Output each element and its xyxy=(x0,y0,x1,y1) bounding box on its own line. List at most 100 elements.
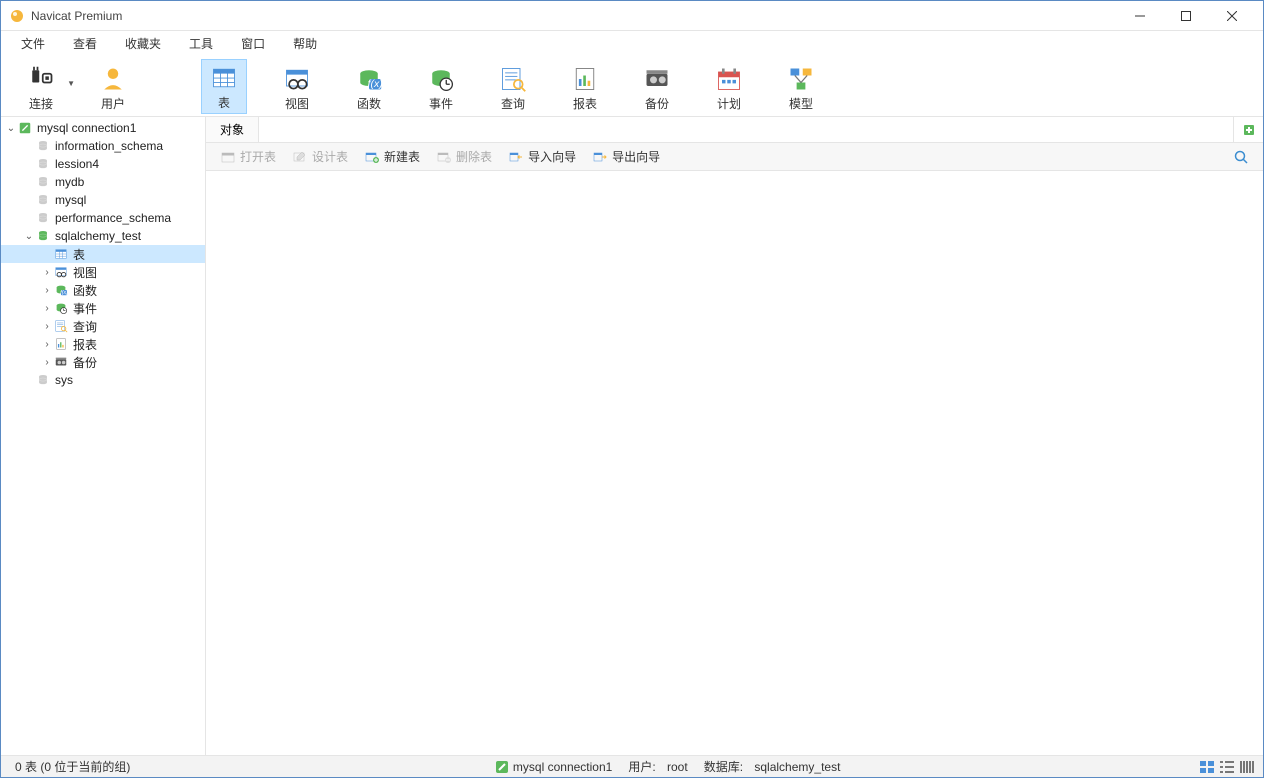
expand-icon[interactable]: › xyxy=(41,267,53,278)
expand-icon[interactable]: › xyxy=(41,339,53,350)
toolbar-model-button[interactable]: 模型 xyxy=(779,61,823,114)
toolbar-label: 函数 xyxy=(357,95,381,112)
expand-icon[interactable]: › xyxy=(41,303,53,314)
tree-database[interactable]: information_schema xyxy=(1,137,205,155)
objtool-label: 打开表 xyxy=(240,148,276,165)
tree-label: performance_schema xyxy=(55,211,171,225)
query-icon xyxy=(53,318,69,334)
tree-database[interactable]: sys xyxy=(1,371,205,389)
toolbar-label: 报表 xyxy=(573,95,597,112)
object-list[interactable] xyxy=(206,171,1263,755)
fx-icon: f(x) xyxy=(53,282,69,298)
connection-tree[interactable]: ⌄ mysql connection1 information_schemaless… xyxy=(1,117,206,755)
new-icon xyxy=(364,149,380,165)
menu-tools[interactable]: 工具 xyxy=(175,32,227,55)
tree-report[interactable]: ›报表 xyxy=(1,335,205,353)
tree-query[interactable]: ›查询 xyxy=(1,317,205,335)
tree-backup[interactable]: › 备份 xyxy=(1,353,205,371)
expand-icon[interactable]: › xyxy=(41,285,53,296)
tree-fx[interactable]: ›f(x)函数 xyxy=(1,281,205,299)
tab-objects[interactable]: 对象 xyxy=(206,117,259,142)
toolbar-view-button[interactable]: 视图 xyxy=(275,61,319,114)
plug-icon xyxy=(25,65,57,93)
tree-database[interactable]: performance_schema xyxy=(1,209,205,227)
open-icon xyxy=(220,149,236,165)
toolbar-report-button[interactable]: 报表 xyxy=(563,61,607,114)
view-list-button[interactable] xyxy=(1217,759,1237,775)
tree-table[interactable]: 表 xyxy=(1,245,205,263)
toolbar-table-button[interactable]: 表 xyxy=(201,59,247,114)
toolbar-backup-button[interactable]: 备份 xyxy=(635,61,679,114)
toolbar-user-button[interactable]: 用户 xyxy=(91,61,135,114)
content-area: 对象 打开表设计表新建表删除表导入向导导出向导 xyxy=(206,117,1263,755)
objtool-label: 设计表 xyxy=(312,148,348,165)
delete-icon xyxy=(436,149,452,165)
maximize-button[interactable] xyxy=(1163,1,1209,31)
schedule-icon xyxy=(713,65,745,93)
search-button[interactable] xyxy=(1227,147,1255,167)
tree-database[interactable]: mydb xyxy=(1,173,205,191)
db-icon xyxy=(35,210,51,226)
status-count: 0 表 (0 位于当前的组) xyxy=(7,758,138,775)
toolbar-plug-button[interactable]: 连接▼ xyxy=(19,61,63,114)
close-button[interactable] xyxy=(1209,1,1255,31)
objtool-new-button[interactable]: 新建表 xyxy=(358,146,426,167)
expand-icon[interactable]: ⌄ xyxy=(5,123,17,134)
menu-file[interactable]: 文件 xyxy=(7,32,59,55)
objtool-import-button[interactable]: 导入向导 xyxy=(502,146,582,167)
db-icon xyxy=(35,372,51,388)
tree-database[interactable]: ⌄sqlalchemy_test xyxy=(1,227,205,245)
event-icon xyxy=(425,65,457,93)
fx-icon: f(x) xyxy=(353,65,385,93)
dropdown-arrow-icon: ▼ xyxy=(67,79,75,88)
title-bar: Navicat Premium xyxy=(1,1,1263,31)
tree-label: 事件 xyxy=(73,300,97,317)
add-tab-button[interactable] xyxy=(1233,117,1263,142)
tree-event[interactable]: › 事件 xyxy=(1,299,205,317)
view-details-button[interactable] xyxy=(1237,759,1257,775)
tree-view[interactable]: ›视图 xyxy=(1,263,205,281)
toolbar-label: 表 xyxy=(218,94,230,111)
svg-text:f(x): f(x) xyxy=(368,78,383,90)
db-icon xyxy=(35,192,51,208)
minimize-button[interactable] xyxy=(1117,1,1163,31)
status-connection: mysql connection1 xyxy=(487,760,620,774)
backup-icon xyxy=(53,354,69,370)
db-icon xyxy=(35,156,51,172)
menu-bar: 文件 查看 收藏夹 工具 窗口 帮助 xyxy=(1,31,1263,55)
db-icon xyxy=(35,174,51,190)
menu-help[interactable]: 帮助 xyxy=(279,32,331,55)
toolbar-query-button[interactable]: 查询 xyxy=(491,61,535,114)
objtool-design-button: 设计表 xyxy=(286,146,354,167)
expand-icon[interactable]: › xyxy=(41,321,53,332)
tree-database[interactable]: lession4 xyxy=(1,155,205,173)
objtool-label: 导入向导 xyxy=(528,148,576,165)
tree-label: 备份 xyxy=(73,354,97,371)
export-icon xyxy=(592,149,608,165)
object-toolbar: 打开表设计表新建表删除表导入向导导出向导 xyxy=(206,143,1263,171)
status-bar: 0 表 (0 位于当前的组) mysql connection1 用户: roo… xyxy=(1,755,1263,777)
toolbar-event-button[interactable]: 事件 xyxy=(419,61,463,114)
db-icon xyxy=(35,138,51,154)
toolbar-schedule-button[interactable]: 计划 xyxy=(707,61,751,114)
menu-favorites[interactable]: 收藏夹 xyxy=(111,32,175,55)
expand-icon[interactable]: › xyxy=(41,357,53,368)
tree-label: mysql connection1 xyxy=(37,121,136,135)
tree-label: 表 xyxy=(73,246,85,263)
tree-label: sys xyxy=(55,373,73,387)
report-icon xyxy=(53,336,69,352)
objtool-export-button[interactable]: 导出向导 xyxy=(586,146,666,167)
menu-view[interactable]: 查看 xyxy=(59,32,111,55)
toolbar-fx-button[interactable]: f(x) 函数 xyxy=(347,61,391,114)
tab-filler xyxy=(259,117,1233,142)
tree-connection[interactable]: ⌄ mysql connection1 xyxy=(1,119,205,137)
app-icon xyxy=(9,8,25,24)
view-grid-button[interactable] xyxy=(1197,759,1217,775)
main-toolbar: 连接▼ 用户表 视图 f(x) 函数 事件查询报表 备份计划模型 xyxy=(1,55,1263,117)
conn-icon xyxy=(17,120,33,136)
tree-database[interactable]: mysql xyxy=(1,191,205,209)
expand-icon[interactable]: ⌄ xyxy=(23,231,35,242)
menu-window[interactable]: 窗口 xyxy=(227,32,279,55)
status-database: 数据库: sqlalchemy_test xyxy=(696,758,849,775)
query-icon xyxy=(497,65,529,93)
